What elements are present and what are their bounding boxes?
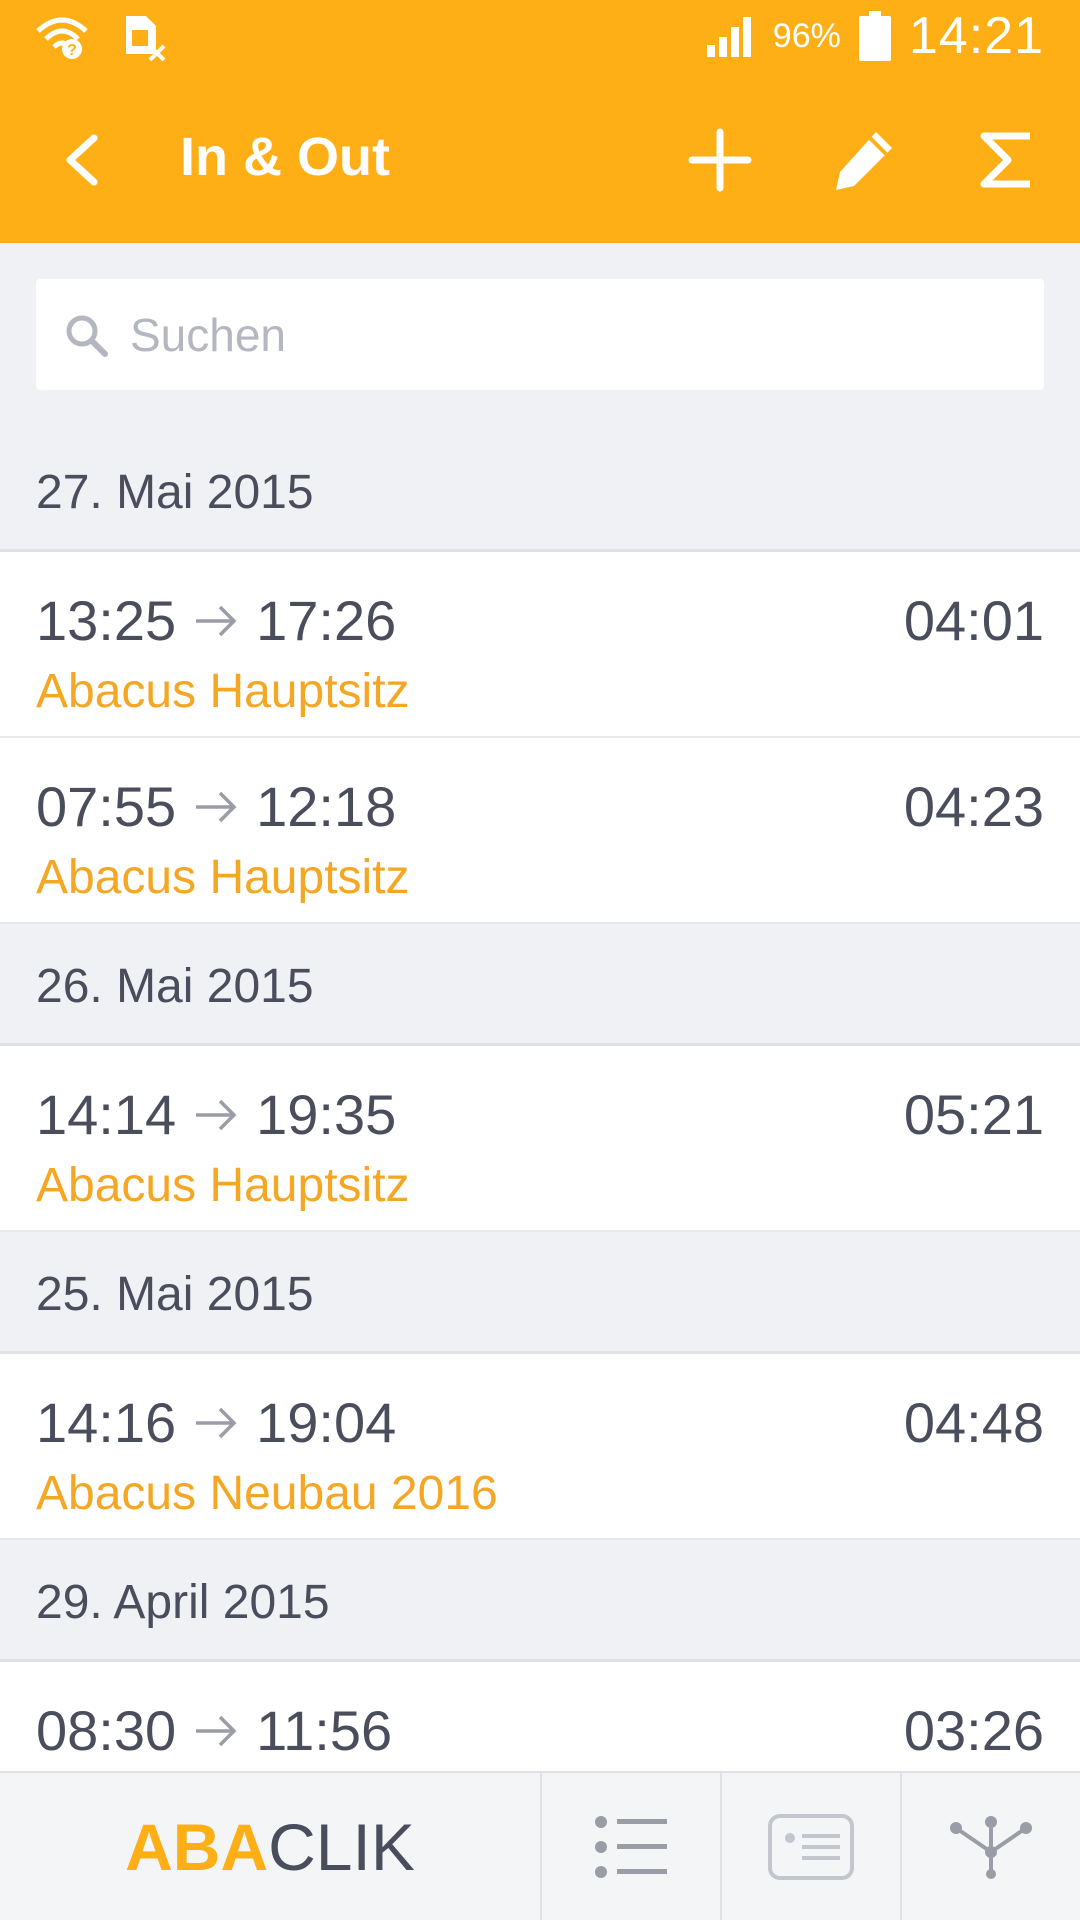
clock: 14:21 (908, 7, 1044, 65)
app-bar: In & Out (0, 78, 1080, 243)
date-header: 27. Mai 2015 (0, 430, 1080, 552)
sum-icon[interactable] (968, 122, 1044, 198)
arrow-right-icon (196, 605, 237, 636)
start-time: 14:14 (36, 1083, 177, 1146)
location: Abacus Hauptsitz (36, 851, 410, 904)
page-title: In & Out (180, 127, 390, 187)
signal-icon (706, 17, 751, 57)
start-time: 13:25 (36, 589, 177, 652)
duration: 04:01 (903, 589, 1044, 652)
start-time: 08:30 (36, 1699, 177, 1762)
date-header: 29. April 2015 (0, 1540, 1080, 1662)
tab-network[interactable] (902, 1773, 1080, 1920)
location: Abacus Hauptsitz (36, 1159, 410, 1212)
list-item[interactable]: 14:16 19:04 04:48 Abacus Neubau 2016 (0, 1354, 1080, 1540)
battery-icon (858, 11, 891, 61)
location: Abacus Hauptsitz (36, 665, 410, 718)
bottom-nav: ABA CLIK (0, 1771, 1080, 1920)
time-range: 13:25 17:26 (36, 588, 396, 653)
entry-list: 27. Mai 2015 13:25 17:26 04:01 Abacus Ha… (0, 430, 1080, 1848)
start-time: 07:55 (36, 775, 177, 838)
list-item[interactable]: 13:25 17:26 04:01 Abacus Hauptsitz (0, 552, 1080, 738)
duration: 05:21 (903, 1083, 1044, 1146)
list-item[interactable]: 14:14 19:35 05:21 Abacus Hauptsitz (0, 1046, 1080, 1232)
arrow-right-icon (196, 1099, 237, 1130)
search-box (36, 279, 1044, 390)
search-input[interactable] (130, 294, 1010, 375)
tab-list[interactable] (542, 1773, 722, 1920)
wifi-question-icon: ? (36, 17, 88, 59)
battery-percent: 96% (772, 16, 841, 55)
edit-icon[interactable] (826, 122, 902, 198)
time-range: 14:14 19:35 (36, 1082, 396, 1147)
status-bar: ? 96% 14:21 (0, 0, 1080, 78)
time-range: 14:16 19:04 (36, 1390, 396, 1455)
arrow-right-icon (196, 1407, 237, 1438)
date-header: 25. Mai 2015 (0, 1232, 1080, 1354)
date-header: 26. Mai 2015 (0, 924, 1080, 1046)
sim-error-icon (126, 16, 166, 62)
arrow-right-icon (196, 1715, 237, 1746)
list-icon (595, 1815, 667, 1878)
tab-card[interactable] (722, 1773, 902, 1920)
arrow-right-icon (196, 791, 237, 822)
time-range: 08:30 11:56 (36, 1698, 392, 1763)
start-time: 14:16 (36, 1391, 177, 1454)
duration: 04:23 (903, 775, 1044, 838)
end-time: 17:26 (256, 589, 397, 652)
duration: 03:26 (903, 1699, 1044, 1762)
location: Abacus Neubau 2016 (36, 1467, 498, 1520)
end-time: 12:18 (256, 775, 397, 838)
duration: 04:48 (903, 1391, 1044, 1454)
brand-part-aba: ABA (125, 1809, 269, 1884)
brand-logo[interactable]: ABA CLIK (0, 1773, 542, 1920)
id-card-icon (768, 1813, 854, 1880)
app-root: ? 96% 14:21 In & Out Suchen 27. Mai 2015… (0, 0, 1080, 1920)
network-icon (950, 1815, 1032, 1879)
end-time: 19:04 (256, 1391, 397, 1454)
list-item[interactable]: 07:55 12:18 04:23 Abacus Hauptsitz (0, 738, 1080, 924)
add-icon[interactable] (682, 122, 758, 198)
svg-text:?: ? (67, 42, 77, 59)
search-icon (66, 315, 108, 357)
brand-part-clik: CLIK (268, 1809, 415, 1884)
time-range: 07:55 12:18 (36, 774, 396, 839)
end-time: 11:56 (256, 1699, 393, 1762)
back-icon[interactable] (54, 130, 114, 190)
end-time: 19:35 (256, 1083, 397, 1146)
